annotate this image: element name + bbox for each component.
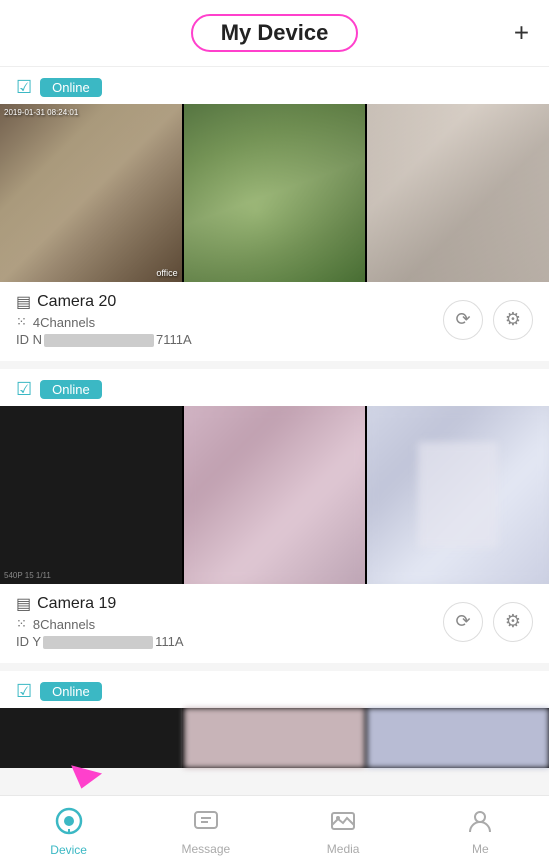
nav-label-media: Media [327, 842, 360, 856]
thumbnail-2-2[interactable] [184, 406, 366, 584]
media-nav-icon [330, 808, 356, 839]
nav-item-device[interactable]: Device [0, 807, 137, 857]
timestamp-1: 2019-01-31 08:24:01 [4, 108, 78, 117]
channels-2: ⁙ 8Channels [16, 616, 184, 632]
nav-label-message: Message [182, 842, 231, 856]
status-row-1: ☑ Online [0, 67, 549, 104]
add-device-button[interactable]: + [514, 18, 529, 49]
thumbnail-3-3[interactable] [367, 708, 549, 768]
device-list: ☑ Online 2019-01-31 08:24:01 office ▤ Ca… [0, 67, 549, 800]
device-info-2: ▤ Camera 19 ⁙ 8Channels ID Y111A [16, 594, 184, 649]
check-icon-1: ☑ [16, 77, 32, 98]
nav-label-device: Device [50, 843, 87, 857]
online-badge-3: Online [40, 682, 102, 701]
status-row-3: ☑ Online [0, 671, 549, 708]
settings-button-2[interactable]: ⚙ [493, 602, 533, 642]
nav-item-message[interactable]: Message [137, 808, 274, 856]
info-row-1: ▤ Camera 20 ⁙ 4Channels ID N7111A ⟳ ⚙ [0, 282, 549, 347]
thumbnails-1[interactable]: 2019-01-31 08:24:01 office [0, 104, 549, 282]
action-buttons-1: ⟳ ⚙ [443, 300, 533, 340]
settings-button-1[interactable]: ⚙ [493, 300, 533, 340]
channels-icon-1: ⁙ [16, 314, 27, 330]
id-blur-1 [44, 334, 154, 347]
header: My Device + [0, 0, 549, 67]
camera-name-2: ▤ Camera 19 [16, 594, 184, 614]
id-blur-2 [43, 636, 153, 649]
device-info-1: ▤ Camera 20 ⁙ 4Channels ID N7111A [16, 292, 192, 347]
playback-button-2[interactable]: ⟳ [443, 602, 483, 642]
me-nav-icon [467, 808, 493, 839]
device-nav-icon [55, 807, 83, 840]
cam-label2-1: 540P 15 1/11 [4, 571, 51, 580]
thumbnail-1-3[interactable] [367, 104, 549, 282]
thumbnail-1-1[interactable]: 2019-01-31 08:24:01 office [0, 104, 182, 282]
thumbnail-3-2[interactable] [184, 708, 366, 768]
nav-item-me[interactable]: Me [412, 808, 549, 856]
thumbnails-2[interactable]: 540P 15 1/11 [0, 406, 549, 584]
device-card-1: ☑ Online 2019-01-31 08:24:01 office ▤ Ca… [0, 67, 549, 361]
channels-icon-2: ⁙ [16, 616, 27, 632]
playback-button-1[interactable]: ⟳ [443, 300, 483, 340]
page-title: My Device [191, 14, 359, 52]
device-card-3: ☑ Online [0, 671, 549, 768]
online-badge-1: Online [40, 78, 102, 97]
online-badge-2: Online [40, 380, 102, 399]
channels-1: ⁙ 4Channels [16, 314, 192, 330]
nav-label-me: Me [472, 842, 489, 856]
nav-item-media[interactable]: Media [275, 808, 412, 856]
device-card-2: ☑ Online 540P 15 1/11 ▤ Camera 19 [0, 369, 549, 663]
status-row-2: ☑ Online [0, 369, 549, 406]
monitor-icon-1: ▤ [16, 292, 31, 312]
check-icon-2: ☑ [16, 379, 32, 400]
device-id-2: ID Y111A [16, 634, 184, 649]
bottom-nav: Device Message Media Me [0, 795, 549, 867]
info-row-2: ▤ Camera 19 ⁙ 8Channels ID Y111A ⟳ ⚙ [0, 584, 549, 649]
message-nav-icon [193, 808, 219, 839]
thumbnails-3[interactable] [0, 708, 549, 768]
thumbnail-1-2[interactable] [184, 104, 366, 282]
monitor-icon-2: ▤ [16, 594, 31, 614]
cam-label-1: office [156, 268, 177, 278]
device-id-1: ID N7111A [16, 332, 192, 347]
thumbnail-3-1[interactable] [0, 708, 182, 768]
check-icon-3: ☑ [16, 681, 32, 702]
thumbnail-2-1[interactable]: 540P 15 1/11 [0, 406, 182, 584]
camera-name-1: ▤ Camera 20 [16, 292, 192, 312]
action-buttons-2: ⟳ ⚙ [443, 602, 533, 642]
thumbnail-2-3[interactable] [367, 406, 549, 584]
